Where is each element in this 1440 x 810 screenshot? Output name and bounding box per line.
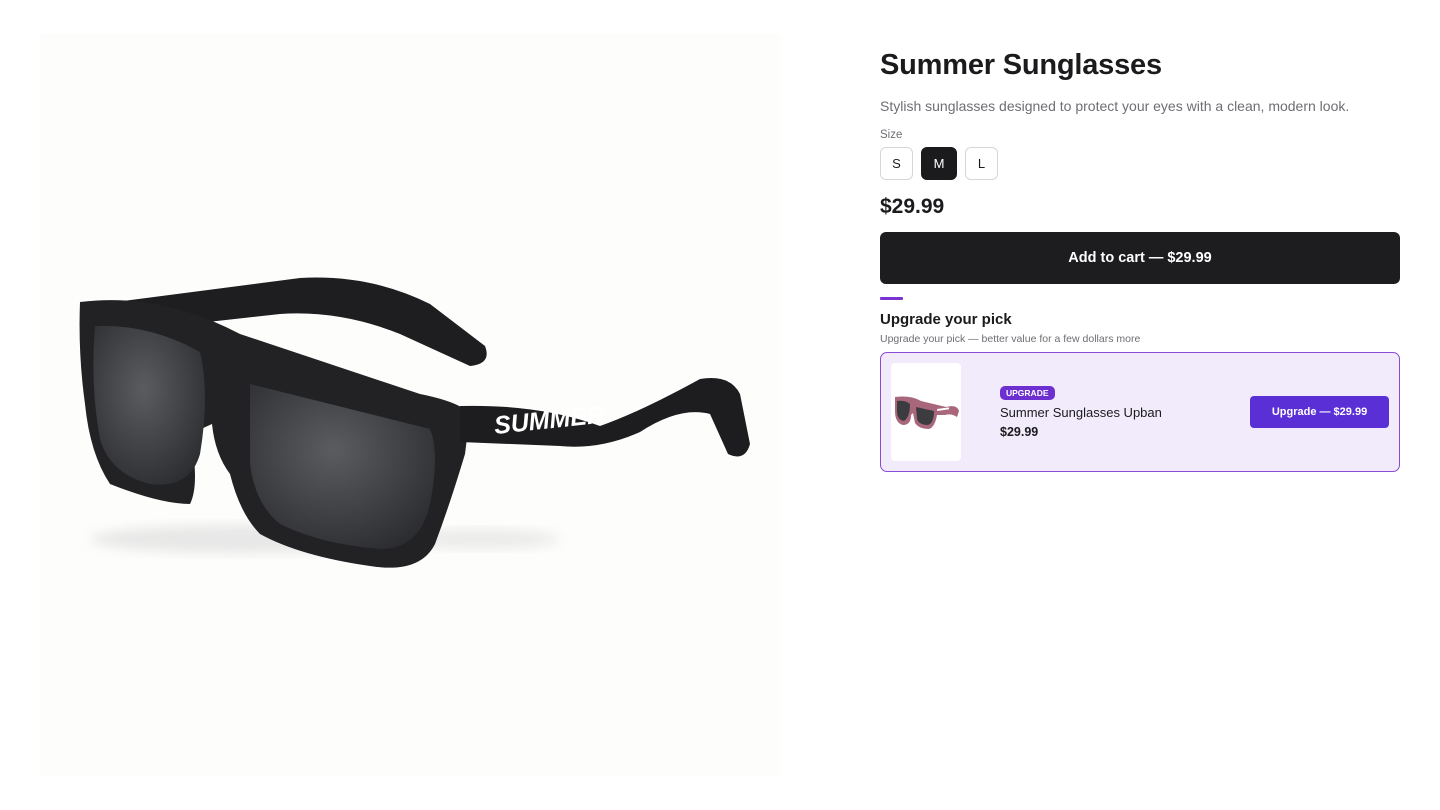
upsell-title: Upgrade your pick [880,311,1012,328]
accent-divider [880,297,903,300]
product-image: SUMMER [40,34,780,776]
add-to-cart-button[interactable]: Add to cart — $29.99 [880,232,1400,284]
upgrade-button[interactable]: Upgrade — $29.99 [1250,396,1389,428]
product-info: Summer Sunglasses Stylish sunglasses des… [880,44,1400,472]
size-label: Size [880,129,903,141]
upsell-product-name: Summer Sunglasses Upban [1000,405,1162,420]
product-title: Summer Sunglasses [880,49,1162,81]
sunglasses-image: SUMMER [79,277,750,568]
product-price: $29.99 [880,195,945,218]
upsell-card[interactable]: UPGRADE Summer Sunglasses Upban $29.99 U… [880,352,1400,472]
size-option-m[interactable]: M [921,147,957,180]
size-selector: S M L [880,147,1400,180]
pink-sunglasses-icon [895,396,959,429]
upsell-product-price: $29.99 [1000,425,1039,439]
upsell-thumbnail [891,363,961,461]
size-option-l[interactable]: L [965,147,998,180]
upsell-subtitle: Upgrade your pick — better value for a f… [880,333,1141,345]
product-description: Stylish sunglasses designed to protect y… [880,98,1350,114]
size-option-s[interactable]: S [880,147,913,180]
upgrade-badge: UPGRADE [1000,386,1055,400]
